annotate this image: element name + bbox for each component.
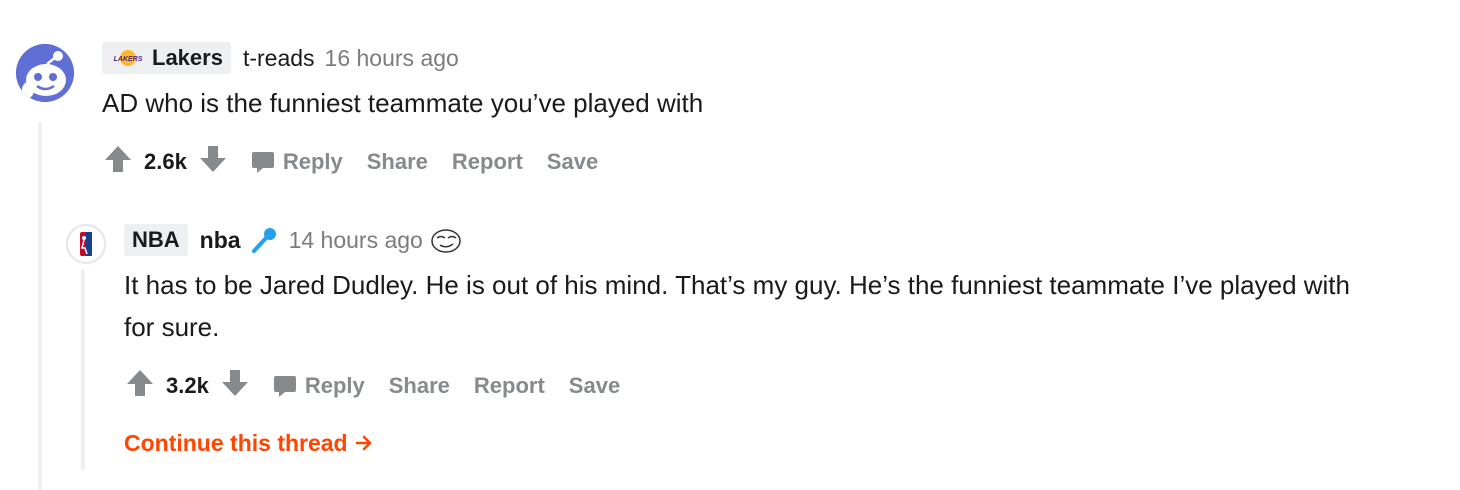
user-flair-nba: NBA	[124, 224, 188, 256]
comment-timestamp[interactable]: 16 hours ago	[325, 45, 459, 72]
reply-button[interactable]: Reply	[273, 373, 365, 399]
svg-text:LAKERS: LAKERS	[114, 56, 143, 63]
comment-icon	[273, 376, 296, 397]
user-flair-lakers: LAKERS Lakers	[102, 42, 231, 74]
upvote-button[interactable]	[104, 144, 132, 180]
continue-thread-label: Continue this thread	[124, 430, 348, 456]
reply-button[interactable]: Reply	[251, 149, 343, 175]
downvote-button[interactable]	[199, 144, 227, 180]
upvote-button[interactable]	[126, 368, 154, 404]
save-button[interactable]: Save	[547, 149, 598, 175]
comment-body: It has to be Jared Dudley. He is out of …	[124, 270, 1350, 342]
comment-actions-top: 2.6k Reply Share Report Save	[104, 144, 598, 180]
upvote-icon	[127, 370, 153, 396]
comment-meta-top: LAKERS Lakers t-reads 16 hours ago	[102, 42, 459, 74]
vote-score: 3.2k	[166, 373, 209, 398]
downvote-button[interactable]	[221, 368, 249, 404]
lakers-logo-icon: LAKERS	[114, 50, 143, 66]
comment-timestamp[interactable]: 14 hours ago	[289, 227, 423, 254]
downvote-icon	[199, 146, 226, 172]
reply-label: Reply	[304, 373, 365, 398]
thread-line-top[interactable]	[38, 122, 42, 490]
comment-body: AD who is the funniest teammate you’ve p…	[102, 88, 704, 118]
save-button[interactable]: Save	[569, 373, 620, 399]
microphone-icon	[251, 228, 276, 253]
share-button[interactable]: Share	[389, 373, 450, 399]
comment-author[interactable]: nba	[200, 227, 241, 254]
user-avatar[interactable]	[16, 44, 74, 102]
continue-thread-link[interactable]: Continue this thread	[124, 430, 374, 457]
thread-line-reply[interactable]	[81, 270, 85, 470]
upvote-icon	[105, 146, 131, 172]
comment-meta-reply: NBA nba 14 hours ago	[124, 224, 463, 256]
flair-label: Lakers	[152, 45, 223, 70]
nba-logo-icon	[80, 232, 92, 256]
award-icon	[431, 229, 461, 253]
share-button[interactable]: Share	[367, 149, 428, 175]
downvote-icon	[221, 370, 248, 396]
comment-author[interactable]: t-reads	[243, 45, 315, 72]
user-avatar-nba[interactable]	[66, 224, 106, 264]
vote-score: 2.6k	[144, 149, 187, 174]
report-button[interactable]: Report	[452, 149, 523, 175]
snoo-avatar-icon	[16, 44, 74, 102]
comment-actions-reply: 3.2k Reply Share Report Save	[126, 368, 620, 404]
arrow-right-icon	[355, 435, 372, 451]
report-button[interactable]: Report	[474, 373, 545, 399]
award-button[interactable]	[429, 226, 463, 254]
comment-icon	[251, 152, 274, 173]
reply-label: Reply	[282, 149, 343, 174]
